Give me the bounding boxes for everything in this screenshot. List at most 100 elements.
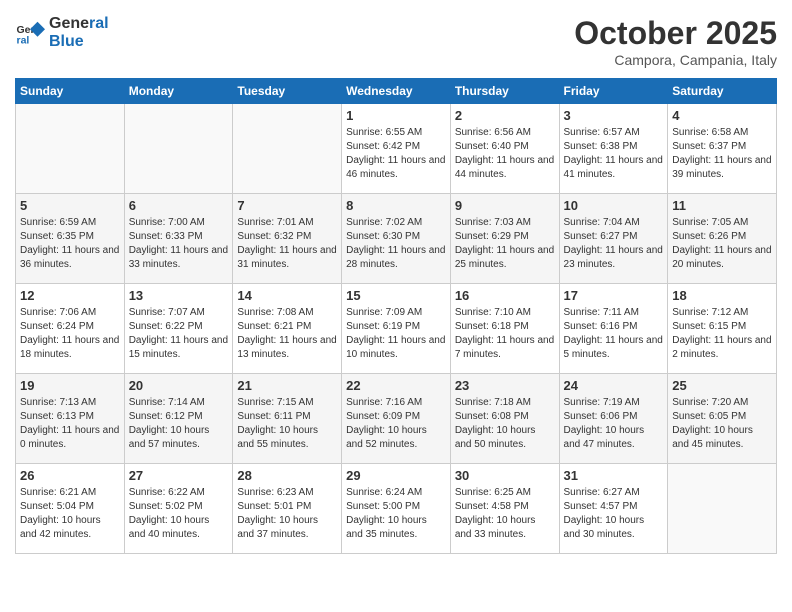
calendar-week-row: 1 Sunrise: 6:55 AM Sunset: 6:42 PM Daylig…	[16, 104, 777, 194]
day-info: Sunrise: 6:22 AM Sunset: 5:02 PM Dayligh…	[129, 486, 229, 542]
calendar-cell: 9 Sunrise: 7:03 AM Sunset: 6:29 PM Daylig…	[450, 194, 559, 284]
calendar-week-row: 19 Sunrise: 7:13 AM Sunset: 6:13 PM Dayli…	[16, 374, 777, 464]
calendar-cell: 3 Sunrise: 6:57 AM Sunset: 6:38 PM Daylig…	[559, 104, 668, 194]
day-number: 22	[346, 378, 446, 393]
calendar-cell: 2 Sunrise: 6:56 AM Sunset: 6:40 PM Daylig…	[450, 104, 559, 194]
day-info: Sunrise: 6:55 AM Sunset: 6:42 PM Dayligh…	[346, 126, 446, 182]
day-info: Sunrise: 7:02 AM Sunset: 6:30 PM Dayligh…	[346, 216, 446, 272]
logo-icon: Gene ral	[15, 18, 45, 48]
calendar-cell	[124, 104, 233, 194]
day-of-week-header: Sunday	[16, 79, 125, 104]
calendar-cell: 7 Sunrise: 7:01 AM Sunset: 6:32 PM Daylig…	[233, 194, 342, 284]
day-info: Sunrise: 7:05 AM Sunset: 6:26 PM Dayligh…	[672, 216, 772, 272]
day-number: 14	[237, 288, 337, 303]
day-info: Sunrise: 6:21 AM Sunset: 5:04 PM Dayligh…	[20, 486, 120, 542]
calendar-cell: 14Sunrise: 7:08 AM Sunset: 6:21 PM Dayli…	[233, 284, 342, 374]
calendar-cell: 15 Sunrise: 7:09 AM Sunset: 6:19 PM Dayli…	[342, 284, 451, 374]
calendar-cell: 1 Sunrise: 6:55 AM Sunset: 6:42 PM Daylig…	[342, 104, 451, 194]
calendar-week-row: 26 Sunrise: 6:21 AM Sunset: 5:04 PM Dayli…	[16, 464, 777, 554]
day-info: Sunrise: 7:03 AM Sunset: 6:29 PM Dayligh…	[455, 216, 555, 272]
day-number: 8	[346, 198, 446, 213]
calendar-cell	[16, 104, 125, 194]
logo: Gene ral General Blue	[15, 15, 109, 50]
day-number: 23	[455, 378, 555, 393]
day-of-week-header: Saturday	[668, 79, 777, 104]
day-info: Sunrise: 7:16 AM Sunset: 6:09 PM Dayligh…	[346, 396, 446, 452]
calendar-cell: 8 Sunrise: 7:02 AM Sunset: 6:30 PM Daylig…	[342, 194, 451, 284]
calendar-cell: 25Sunrise: 7:20 AM Sunset: 6:05 PM Dayli…	[668, 374, 777, 464]
calendar-cell: 17 Sunrise: 7:11 AM Sunset: 6:16 PM Dayli…	[559, 284, 668, 374]
day-number: 9	[455, 198, 555, 213]
day-number: 15	[346, 288, 446, 303]
day-number: 13	[129, 288, 229, 303]
day-info: Sunrise: 7:10 AM Sunset: 6:18 PM Dayligh…	[455, 306, 555, 362]
day-number: 6	[129, 198, 229, 213]
day-info: Sunrise: 7:20 AM Sunset: 6:05 PM Dayligh…	[672, 396, 772, 452]
day-info: Sunrise: 7:14 AM Sunset: 6:12 PM Dayligh…	[129, 396, 229, 452]
month-title: October 2025	[574, 15, 777, 52]
day-info: Sunrise: 6:59 AM Sunset: 6:35 PM Dayligh…	[20, 216, 120, 272]
svg-text:ral: ral	[17, 34, 30, 46]
day-number: 27	[129, 468, 229, 483]
page-header: Gene ral General Blue October 2025 Campo…	[15, 15, 777, 68]
calendar-cell: 24Sunrise: 7:19 AM Sunset: 6:06 PM Dayli…	[559, 374, 668, 464]
location: Campora, Campania, Italy	[574, 52, 777, 68]
day-info: Sunrise: 7:09 AM Sunset: 6:19 PM Dayligh…	[346, 306, 446, 362]
day-info: Sunrise: 6:57 AM Sunset: 6:38 PM Dayligh…	[564, 126, 664, 182]
day-of-week-header: Wednesday	[342, 79, 451, 104]
day-number: 12	[20, 288, 120, 303]
calendar-cell: 20 Sunrise: 7:14 AM Sunset: 6:12 PM Dayli…	[124, 374, 233, 464]
day-info: Sunrise: 7:18 AM Sunset: 6:08 PM Dayligh…	[455, 396, 555, 452]
day-number: 3	[564, 108, 664, 123]
calendar-cell: 18 Sunrise: 7:12 AM Sunset: 6:15 PM Dayli…	[668, 284, 777, 374]
day-info: Sunrise: 7:11 AM Sunset: 6:16 PM Dayligh…	[564, 306, 664, 362]
calendar-cell: 6 Sunrise: 7:00 AM Sunset: 6:33 PM Daylig…	[124, 194, 233, 284]
day-number: 2	[455, 108, 555, 123]
calendar-cell: 23 Sunrise: 7:18 AM Sunset: 6:08 PM Dayli…	[450, 374, 559, 464]
calendar-cell	[668, 464, 777, 554]
day-number: 5	[20, 198, 120, 213]
calendar-week-row: 5 Sunrise: 6:59 AM Sunset: 6:35 PM Daylig…	[16, 194, 777, 284]
day-number: 4	[672, 108, 772, 123]
day-number: 26	[20, 468, 120, 483]
day-number: 30	[455, 468, 555, 483]
day-info: Sunrise: 6:56 AM Sunset: 6:40 PM Dayligh…	[455, 126, 555, 182]
day-number: 24	[564, 378, 664, 393]
calendar-cell: 31Sunrise: 6:27 AM Sunset: 4:57 PM Dayli…	[559, 464, 668, 554]
day-info: Sunrise: 7:01 AM Sunset: 6:32 PM Dayligh…	[237, 216, 337, 272]
day-of-week-header: Friday	[559, 79, 668, 104]
day-number: 16	[455, 288, 555, 303]
day-info: Sunrise: 6:23 AM Sunset: 5:01 PM Dayligh…	[237, 486, 337, 542]
day-number: 17	[564, 288, 664, 303]
day-number: 1	[346, 108, 446, 123]
day-number: 29	[346, 468, 446, 483]
day-info: Sunrise: 6:58 AM Sunset: 6:37 PM Dayligh…	[672, 126, 772, 182]
calendar-cell: 19 Sunrise: 7:13 AM Sunset: 6:13 PM Dayli…	[16, 374, 125, 464]
day-number: 10	[564, 198, 664, 213]
day-number: 28	[237, 468, 337, 483]
day-info: Sunrise: 7:13 AM Sunset: 6:13 PM Dayligh…	[20, 396, 120, 452]
day-number: 21	[237, 378, 337, 393]
calendar-cell: 12 Sunrise: 7:06 AM Sunset: 6:24 PM Dayli…	[16, 284, 125, 374]
day-info: Sunrise: 7:06 AM Sunset: 6:24 PM Dayligh…	[20, 306, 120, 362]
calendar-cell: 28 Sunrise: 6:23 AM Sunset: 5:01 PM Dayli…	[233, 464, 342, 554]
calendar-cell: 21Sunrise: 7:15 AM Sunset: 6:11 PM Dayli…	[233, 374, 342, 464]
calendar-header-row: SundayMondayTuesdayWednesdayThursdayFrid…	[16, 79, 777, 104]
calendar-cell: 4 Sunrise: 6:58 AM Sunset: 6:37 PM Daylig…	[668, 104, 777, 194]
day-info: Sunrise: 7:12 AM Sunset: 6:15 PM Dayligh…	[672, 306, 772, 362]
calendar-cell: 13 Sunrise: 7:07 AM Sunset: 6:22 PM Dayli…	[124, 284, 233, 374]
day-info: Sunrise: 7:07 AM Sunset: 6:22 PM Dayligh…	[129, 306, 229, 362]
day-of-week-header: Tuesday	[233, 79, 342, 104]
calendar-week-row: 12 Sunrise: 7:06 AM Sunset: 6:24 PM Dayli…	[16, 284, 777, 374]
day-number: 20	[129, 378, 229, 393]
day-number: 7	[237, 198, 337, 213]
calendar-table: SundayMondayTuesdayWednesdayThursdayFrid…	[15, 78, 777, 554]
calendar-cell: 11Sunrise: 7:05 AM Sunset: 6:26 PM Dayli…	[668, 194, 777, 284]
day-info: Sunrise: 6:27 AM Sunset: 4:57 PM Dayligh…	[564, 486, 664, 542]
day-number: 19	[20, 378, 120, 393]
calendar-cell: 10Sunrise: 7:04 AM Sunset: 6:27 PM Dayli…	[559, 194, 668, 284]
day-info: Sunrise: 7:00 AM Sunset: 6:33 PM Dayligh…	[129, 216, 229, 272]
day-number: 18	[672, 288, 772, 303]
calendar-cell	[233, 104, 342, 194]
calendar-cell: 16 Sunrise: 7:10 AM Sunset: 6:18 PM Dayli…	[450, 284, 559, 374]
